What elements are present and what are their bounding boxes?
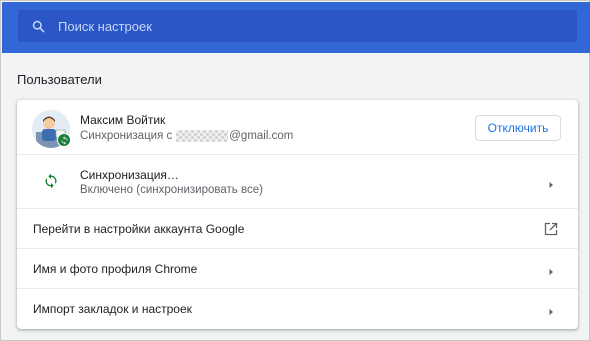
account-sync-email: Синхронизация с @gmail.com xyxy=(80,130,293,142)
account-row: Максим Войтик Синхронизация с @gmail.com… xyxy=(17,100,578,154)
open-in-new-icon xyxy=(544,222,558,236)
chevron-right-icon xyxy=(546,264,556,275)
sync-prefix: Синхронизация с xyxy=(80,130,173,142)
chevron-right-icon xyxy=(546,177,556,188)
account-name: Максим Войтик xyxy=(80,113,166,127)
settings-window: Поиск настроек Пользователи Максим Войти… xyxy=(0,0,590,341)
email-domain: @gmail.com xyxy=(229,130,294,142)
chevron-right-icon xyxy=(546,304,556,315)
import-bookmarks-row[interactable]: Импорт закладок и настроек xyxy=(17,288,578,329)
sync-title: Синхронизация… xyxy=(80,168,179,182)
people-card: Максим Войтик Синхронизация с @gmail.com… xyxy=(17,100,578,329)
sync-row[interactable]: Синхронизация… Включено (синхронизироват… xyxy=(17,154,578,208)
search-input[interactable]: Поиск настроек xyxy=(18,10,577,42)
google-account-row[interactable]: Перейти в настройки аккаунта Google xyxy=(17,208,578,248)
search-placeholder: Поиск настроек xyxy=(58,18,152,34)
sync-badge-icon xyxy=(57,133,71,147)
search-icon xyxy=(30,18,46,34)
header-bar: Поиск настроек xyxy=(2,2,590,53)
chrome-profile-label: Имя и фото профиля Chrome xyxy=(33,262,198,276)
section-title-users: Пользователи xyxy=(17,72,102,87)
google-account-label: Перейти в настройки аккаунта Google xyxy=(33,222,245,236)
redacted-email xyxy=(176,130,229,142)
sync-icon xyxy=(43,173,59,189)
signout-button[interactable]: Отключить xyxy=(475,115,561,141)
chrome-profile-row[interactable]: Имя и фото профиля Chrome xyxy=(17,248,578,288)
sync-status: Включено (синхронизировать все) xyxy=(80,184,263,196)
import-bookmarks-label: Импорт закладок и настроек xyxy=(33,302,192,316)
